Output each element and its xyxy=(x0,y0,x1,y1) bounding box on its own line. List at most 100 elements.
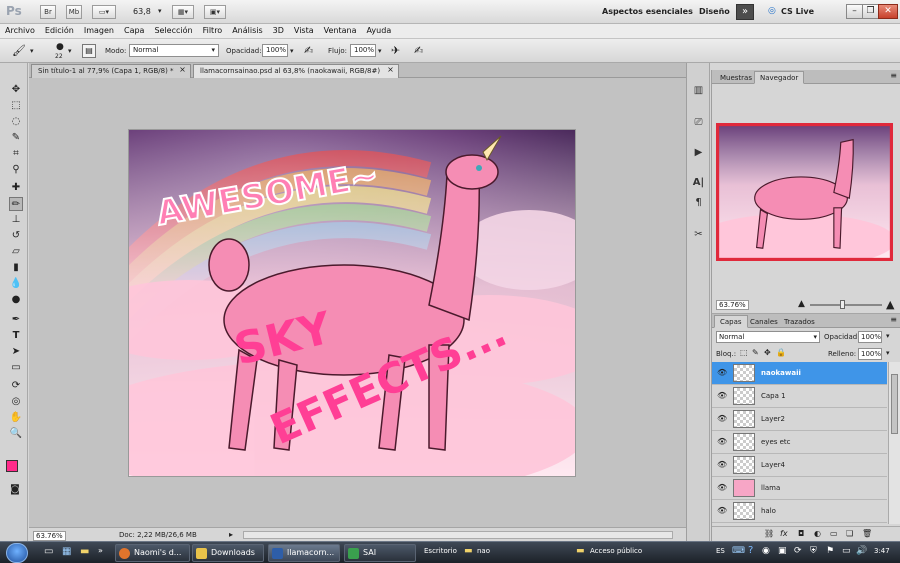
zoom-tool-icon[interactable]: 🔍 xyxy=(9,427,23,441)
status-menu-arrow-icon[interactable]: ▸ xyxy=(229,530,233,539)
menu-vista[interactable]: Vista xyxy=(289,24,319,35)
workspace-design[interactable]: Diseño xyxy=(699,7,730,16)
tool-presets-panel-icon[interactable]: ✂ xyxy=(691,227,706,242)
menu-ventana[interactable]: Ventana xyxy=(319,24,362,35)
visibility-eye-icon[interactable]: 👁 xyxy=(717,506,727,515)
history-brush-tool-icon[interactable]: ↺ xyxy=(9,229,23,243)
mode-select[interactable]: Normal ▾ xyxy=(129,44,219,57)
foreground-color-swatch[interactable] xyxy=(6,460,18,472)
opacity-field[interactable]: 100% xyxy=(262,44,288,57)
layer-row[interactable]: 👁 llama xyxy=(712,477,887,500)
bridge-button[interactable]: Br xyxy=(40,5,56,19)
tray-app-icon[interactable]: ◉ xyxy=(762,546,770,556)
scrollbar-thumb[interactable] xyxy=(891,374,898,434)
taskbar-item-downloads[interactable]: Downloads xyxy=(192,544,264,562)
clone-stamp-tool-icon[interactable]: ⊥ xyxy=(9,213,23,227)
zoom-level-field[interactable]: 63,8 xyxy=(133,7,151,16)
tab-layers[interactable]: Capas xyxy=(714,315,748,328)
path-selection-tool-icon[interactable]: ➤ xyxy=(9,345,23,359)
menu-filtro[interactable]: Filtro xyxy=(198,24,228,35)
paragraph-panel-icon[interactable]: ¶ xyxy=(691,195,706,210)
panel-menu-icon[interactable]: ≡ xyxy=(890,315,897,324)
brush-tool-preset-icon[interactable]: 🖌 xyxy=(12,44,26,57)
brush-tip-icon[interactable]: ● xyxy=(56,42,64,52)
zoom-in-icon[interactable]: ▲ xyxy=(886,298,894,311)
layer-mask-icon[interactable]: ◘ xyxy=(798,529,804,538)
menu-ayuda[interactable]: Ayuda xyxy=(362,24,397,35)
3d-orbit-tool-icon[interactable]: ◎ xyxy=(9,395,23,409)
tab-samples[interactable]: Muestras xyxy=(714,71,758,84)
tray-sync-icon[interactable]: ⟳ xyxy=(794,546,802,556)
tab-navigator[interactable]: Navegador xyxy=(754,71,805,84)
marquee-tool-icon[interactable]: ⬚ xyxy=(9,99,23,113)
crop-tool-icon[interactable]: ⌗ xyxy=(9,147,23,161)
layer-row[interactable]: 👁 halo xyxy=(712,500,887,523)
dodge-tool-icon[interactable]: ● xyxy=(9,293,23,307)
flow-field[interactable]: 100% xyxy=(350,44,376,57)
canvas-area[interactable]: AWESOME~ SKY EFFECTS... xyxy=(29,78,686,527)
public-access-label[interactable]: Acceso público xyxy=(590,547,642,555)
document-canvas[interactable]: AWESOME~ SKY EFFECTS... xyxy=(128,129,576,477)
volume-icon[interactable]: 🔊 xyxy=(856,546,867,556)
layer-row[interactable]: 👁 naokawaii xyxy=(712,362,887,385)
menu-capa[interactable]: Capa xyxy=(119,24,149,35)
blend-mode-select[interactable]: Normal ▾ xyxy=(716,331,820,343)
tab-untitled-1[interactable]: Sin título-1 al 77,9% (Capa 1, RGB/8) * … xyxy=(31,64,191,78)
brush-picker-dropdown-icon[interactable]: ▾ xyxy=(68,47,72,55)
layer-row[interactable]: 👁 Layer4 xyxy=(712,454,887,477)
workspace-essentials[interactable]: Aspectos esenciales xyxy=(602,7,693,16)
history-panel-icon[interactable]: ⎚ xyxy=(691,115,706,130)
help-icon[interactable]: ? xyxy=(748,545,753,556)
gradient-tool-icon[interactable]: ▮ xyxy=(9,261,23,275)
tab-paths[interactable]: Trazados xyxy=(778,315,821,328)
taskbar-item-sai[interactable]: SAI xyxy=(344,544,416,562)
tool-preset-dropdown-icon[interactable]: ▾ xyxy=(30,47,34,55)
screen-mode-button[interactable]: ▣▾ xyxy=(204,5,226,19)
cs-live-menu[interactable]: CS Live xyxy=(781,7,814,16)
desktop-toolbar-label[interactable]: Escritorio xyxy=(424,547,457,555)
layer-style-icon[interactable]: fx xyxy=(780,529,788,538)
lasso-tool-icon[interactable]: ◌ xyxy=(9,115,23,129)
mini-bridge-button[interactable]: Mb xyxy=(66,5,82,19)
quicklaunch-folder-icon[interactable]: ▬ xyxy=(80,546,89,557)
taskbar-item-browser[interactable]: Naomi's d... xyxy=(115,544,190,562)
quick-selection-tool-icon[interactable]: ✎ xyxy=(9,131,23,145)
system-clock[interactable]: 3:47 xyxy=(874,547,890,555)
shape-tool-icon[interactable]: ▭ xyxy=(9,361,23,375)
layer-opacity-dropdown-icon[interactable]: ▾ xyxy=(886,332,890,340)
pen-tool-icon[interactable]: ✒ xyxy=(9,313,23,327)
menu-3d[interactable]: 3D xyxy=(268,24,289,35)
close-tab-icon[interactable]: × xyxy=(178,65,187,74)
quick-mask-icon[interactable]: ◙ xyxy=(8,483,22,497)
tray-shield-icon[interactable]: ⛨ xyxy=(810,546,817,556)
visibility-eye-icon[interactable]: 👁 xyxy=(717,483,727,492)
airbrush-icon[interactable]: ✈ xyxy=(391,44,400,57)
more-workspaces-button[interactable]: » xyxy=(736,4,754,20)
tray-flag-icon[interactable]: ⚑ xyxy=(826,546,834,556)
new-group-icon[interactable]: ▭ xyxy=(830,529,838,538)
type-tool-icon[interactable]: T xyxy=(9,329,23,343)
menu-analisis[interactable]: Análisis xyxy=(227,24,267,35)
layer-row[interactable]: 👁 Layer2 xyxy=(712,408,887,431)
quicklaunch-more-icon[interactable]: » xyxy=(98,546,103,555)
taskbar-item-photoshop[interactable]: llamacorn... xyxy=(268,544,340,562)
histogram-panel-icon[interactable]: ▥ xyxy=(691,83,706,98)
3d-rotate-tool-icon[interactable]: ⟳ xyxy=(9,379,23,393)
tray-keyboard-icon[interactable]: ⌨ xyxy=(732,546,745,556)
menu-imagen[interactable]: Imagen xyxy=(79,24,119,35)
navigator-zoom-slider[interactable] xyxy=(810,304,882,306)
user-toolbar-label[interactable]: nao xyxy=(477,547,490,555)
fill-dropdown-icon[interactable]: ▾ xyxy=(886,349,890,357)
close-button[interactable]: ✕ xyxy=(878,4,898,19)
visibility-eye-icon[interactable]: 👁 xyxy=(717,391,727,400)
adjustment-layer-icon[interactable]: ◐ xyxy=(814,529,821,538)
eyedropper-tool-icon[interactable]: ⚲ xyxy=(9,163,23,177)
tray-network-icon[interactable]: ▣ xyxy=(778,546,787,556)
show-desktop-icon[interactable]: ▭ xyxy=(44,546,53,557)
document-size-info[interactable]: Doc: 2,22 MB/26,6 MB xyxy=(119,531,197,539)
flow-dropdown-icon[interactable]: ▾ xyxy=(378,47,382,55)
menu-edicion[interactable]: Edición xyxy=(40,24,79,35)
zoom-dropdown-icon[interactable]: ▾ xyxy=(158,7,162,15)
close-tab-icon[interactable]: × xyxy=(386,65,395,74)
eraser-tool-icon[interactable]: ▱ xyxy=(9,245,23,259)
